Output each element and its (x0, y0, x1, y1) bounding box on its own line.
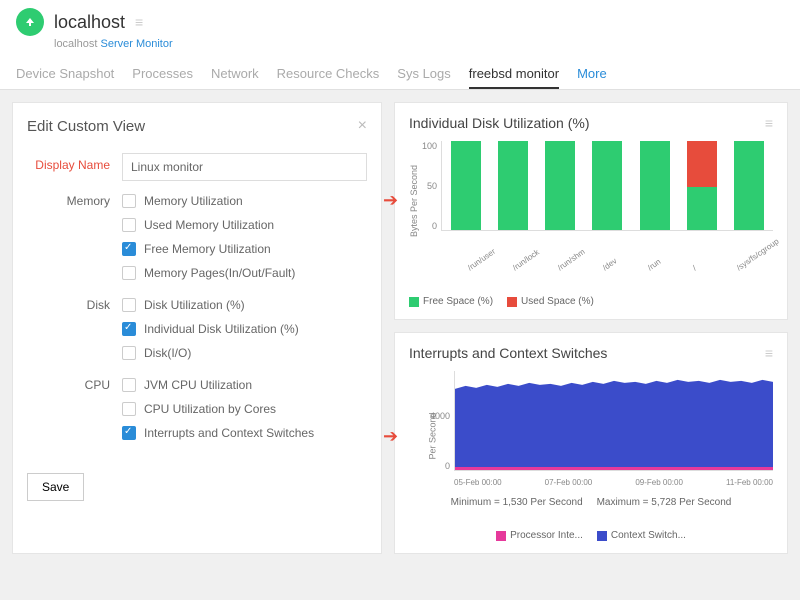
tab-processes[interactable]: Processes (132, 60, 193, 89)
option-label: Disk Utilization (%) (144, 298, 245, 312)
menu-icon[interactable]: ≡ (765, 115, 773, 131)
option-label: CPU Utilization by Cores (144, 402, 276, 416)
group-label-memory: Memory (27, 189, 122, 208)
checkbox[interactable] (122, 242, 136, 256)
checkbox[interactable] (122, 378, 136, 392)
app-header: localhost ≡ localhost Server Monitor Dev… (0, 0, 800, 90)
option-label: Free Memory Utilization (144, 242, 271, 256)
breadcrumb: localhost Server Monitor (54, 38, 784, 50)
option-label: Used Memory Utilization (144, 218, 274, 232)
chart-stats: Minimum = 1,530 Per Second Maximum = 5,7… (409, 497, 773, 508)
checkbox[interactable] (122, 402, 136, 416)
bar (545, 141, 575, 230)
checkbox[interactable] (122, 322, 136, 336)
option-label: Disk(I/O) (144, 346, 191, 360)
menu-icon[interactable]: ≡ (765, 345, 773, 361)
edit-custom-view-panel: Edit Custom View × Display Name Memory M… (12, 102, 382, 554)
y-axis-ticks: 100 50 0 (419, 141, 441, 231)
content-area: ➔ ➔ Edit Custom View × Display Name Memo… (0, 90, 800, 566)
tab-bar: Device Snapshot Processes Network Resour… (16, 60, 784, 89)
display-name-label: Display Name (27, 153, 122, 172)
disk-utilization-chart: Individual Disk Utilization (%) ≡ Bytes … (394, 102, 788, 320)
area-plot (454, 371, 773, 471)
save-button[interactable]: Save (27, 473, 84, 501)
checkbox[interactable] (122, 218, 136, 232)
panel-title: Edit Custom View (27, 118, 145, 135)
checkbox[interactable] (122, 194, 136, 208)
bar (734, 141, 764, 230)
option-label: Memory Utilization (144, 194, 243, 208)
option-label: Memory Pages(In/Out/Fault) (144, 266, 295, 280)
charts-column: Individual Disk Utilization (%) ≡ Bytes … (394, 102, 788, 554)
status-up-icon (16, 8, 44, 36)
arrow-icon: ➔ (383, 190, 398, 211)
y-axis-label: Bytes Per Second (409, 165, 419, 237)
bars-area (441, 141, 773, 231)
chart-title: Interrupts and Context Switches (409, 345, 607, 361)
cpu-options: JVM CPU Utilization CPU Utilization by C… (122, 373, 367, 445)
interrupts-chart: Interrupts and Context Switches ≡ Per Se… (394, 332, 788, 554)
display-name-input[interactable] (122, 153, 367, 181)
checkbox[interactable] (122, 298, 136, 312)
tab-more[interactable]: More (577, 60, 607, 89)
option-label: Interrupts and Context Switches (144, 426, 314, 440)
tab-network[interactable]: Network (211, 60, 259, 89)
x-axis-labels: /run/user /run/lock /run/shm /dev /run /… (459, 265, 773, 274)
checkbox[interactable] (122, 426, 136, 440)
y-axis-ticks: 4000 0 (424, 371, 450, 471)
bar (451, 141, 481, 230)
arrow-icon: ➔ (383, 426, 398, 447)
chart-legend: Free Space (%) Used Space (%) (409, 296, 773, 307)
tab-freebsd-monitor[interactable]: freebsd monitor (469, 60, 559, 89)
group-label-disk: Disk (27, 293, 122, 312)
breadcrumb-host[interactable]: localhost (54, 38, 97, 50)
disk-options: Disk Utilization (%) Individual Disk Uti… (122, 293, 367, 365)
tab-device-snapshot[interactable]: Device Snapshot (16, 60, 114, 89)
bar (640, 141, 670, 230)
checkbox[interactable] (122, 346, 136, 360)
chart-title: Individual Disk Utilization (%) (409, 115, 590, 131)
tab-resource-checks[interactable]: Resource Checks (277, 60, 380, 89)
hamburger-icon[interactable]: ≡ (135, 14, 143, 30)
chart-legend: Processor Inte... Context Switch... (409, 530, 773, 541)
group-label-cpu: CPU (27, 373, 122, 392)
option-label: JVM CPU Utilization (144, 378, 252, 392)
memory-options: Memory Utilization Used Memory Utilizati… (122, 189, 367, 285)
close-icon[interactable]: × (358, 117, 367, 135)
host-title: localhost (54, 12, 125, 33)
bar (498, 141, 528, 230)
x-axis-labels: 05-Feb 00:00 07-Feb 00:00 09-Feb 00:00 1… (454, 478, 773, 487)
bar (687, 141, 717, 230)
checkbox[interactable] (122, 266, 136, 280)
bar (592, 141, 622, 230)
tab-sys-logs[interactable]: Sys Logs (397, 60, 450, 89)
option-label: Individual Disk Utilization (%) (144, 322, 299, 336)
breadcrumb-section[interactable]: Server Monitor (100, 38, 172, 50)
